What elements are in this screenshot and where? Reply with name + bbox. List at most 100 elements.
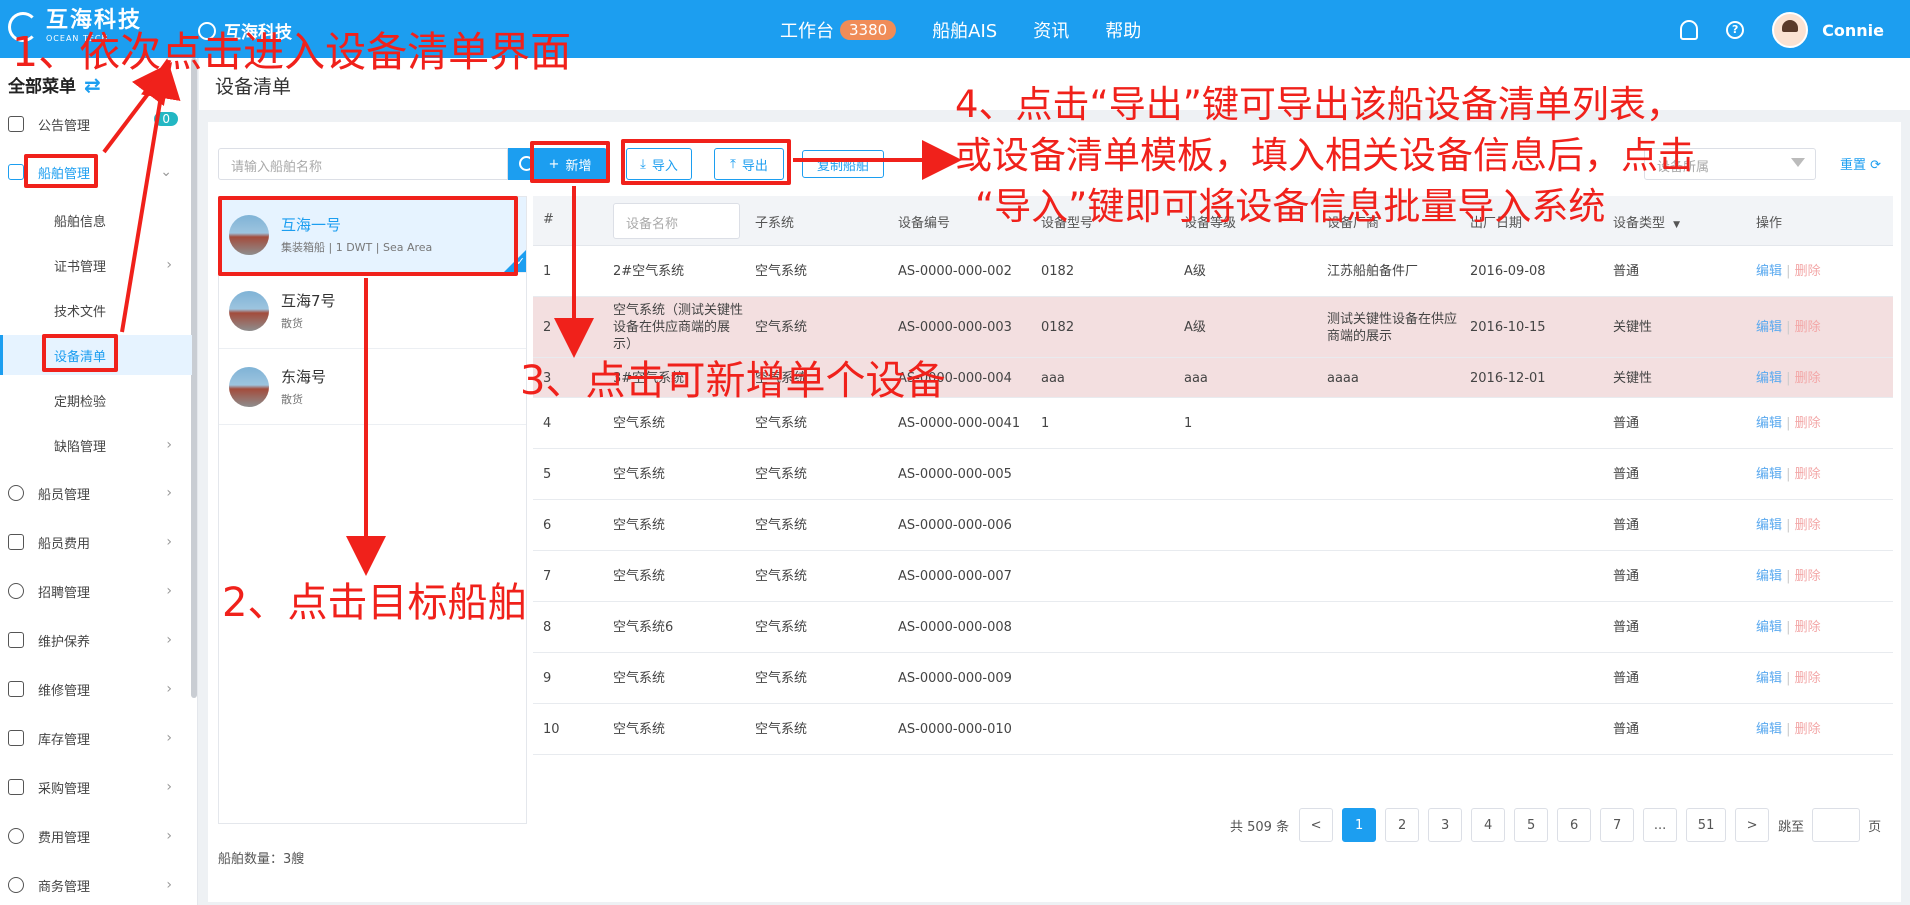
cell-code: AS-0000-000-005 bbox=[898, 467, 1012, 482]
page-ellipsis[interactable]: ... bbox=[1643, 808, 1678, 842]
action-separator: | bbox=[1782, 722, 1795, 737]
avatar[interactable] bbox=[1772, 12, 1809, 48]
row-actions: 编辑 | 删除 bbox=[1756, 370, 1821, 387]
delete-link[interactable]: 删除 bbox=[1795, 467, 1821, 482]
ship-meta: 散货 bbox=[281, 317, 303, 330]
sidebar-item-notice[interactable]: 公告管理 0 bbox=[0, 104, 192, 144]
hammer-icon bbox=[8, 632, 24, 648]
nav-help[interactable]: 帮助 bbox=[1105, 17, 1141, 43]
sidebar-item-business[interactable]: 商务管理 › bbox=[0, 865, 192, 905]
help-icon[interactable]: ? bbox=[1726, 21, 1745, 39]
table-row[interactable]: 6 空气系统 空气系统 AS-0000-000-006 普通 编辑 | 删除 bbox=[533, 500, 1893, 551]
row-actions: 编辑 | 删除 bbox=[1756, 415, 1821, 432]
chevron-right-icon: › bbox=[166, 877, 172, 893]
col-type[interactable]: 设备类型 ▼ bbox=[1613, 212, 1680, 231]
equipment-name-filter[interactable]: 设备名称 bbox=[613, 203, 740, 239]
table-row[interactable]: 5 空气系统 空气系统 AS-0000-000-005 普通 编辑 | 删除 bbox=[533, 449, 1893, 500]
bell-icon[interactable] bbox=[1680, 20, 1699, 40]
nav-workbench-label: 工作台 bbox=[780, 21, 834, 42]
reset-button[interactable]: 重置 ⟳ bbox=[1840, 154, 1881, 173]
cell-maker: aaaa bbox=[1327, 370, 1359, 386]
cell-sub: 空气系统 bbox=[755, 722, 808, 737]
sidebar-item-maintenance[interactable]: 维护保养 › bbox=[0, 620, 192, 660]
sidebar-item-purchase[interactable]: 采购管理 › bbox=[0, 767, 192, 807]
table-row[interactable]: 10 空气系统 空气系统 AS-0000-000-010 普通 编辑 | 删除 bbox=[533, 704, 1893, 755]
ship-card[interactable]: 互海7号 散货 bbox=[219, 273, 526, 349]
edit-link[interactable]: 编辑 bbox=[1756, 722, 1782, 737]
cell-code: AS-0000-000-003 bbox=[898, 320, 1012, 335]
ship-search-input[interactable]: 请输入船舶名称 bbox=[218, 148, 508, 180]
total-count: 共 509 条 bbox=[1230, 819, 1290, 835]
delete-link[interactable]: 删除 bbox=[1795, 416, 1821, 431]
page-button[interactable]: 5 bbox=[1514, 808, 1549, 842]
sidebar-item-crew-costs[interactable]: 船员费用 › bbox=[0, 522, 192, 562]
cell-no: 2 bbox=[543, 320, 552, 335]
edit-link[interactable]: 编辑 bbox=[1756, 671, 1782, 686]
table-row[interactable]: 1 2#空气系统 空气系统 AS-0000-000-002 0182 A级 江苏船舶备件厂 2… bbox=[533, 246, 1893, 297]
cell-name: 空气系统 bbox=[613, 569, 666, 584]
table-row[interactable]: 8 空气系统6 空气系统 AS-0000-000-008 普通 编辑 | 删除 bbox=[533, 602, 1893, 653]
delete-link[interactable]: 删除 bbox=[1795, 320, 1821, 335]
edit-link[interactable]: 编辑 bbox=[1756, 620, 1782, 635]
row-actions: 编辑 | 删除 bbox=[1756, 670, 1821, 687]
highlight-add-button bbox=[530, 141, 610, 183]
delete-link[interactable]: 删除 bbox=[1795, 722, 1821, 737]
nav-ship-ais[interactable]: 船舶AIS bbox=[932, 17, 997, 43]
edit-link[interactable]: 编辑 bbox=[1756, 264, 1782, 279]
delete-link[interactable]: 删除 bbox=[1795, 518, 1821, 533]
next-page-button[interactable]: > bbox=[1735, 808, 1770, 842]
delete-link[interactable]: 删除 bbox=[1795, 569, 1821, 584]
edit-link[interactable]: 编辑 bbox=[1756, 518, 1782, 533]
cell-maker: 测试关键性设备在供应商端的展示 bbox=[1327, 311, 1458, 344]
page-button[interactable]: 7 bbox=[1600, 808, 1635, 842]
edit-link[interactable]: 编辑 bbox=[1756, 569, 1782, 584]
sidebar-item-ship-info[interactable]: 船舶信息 bbox=[0, 200, 192, 240]
delete-link[interactable]: 删除 bbox=[1795, 671, 1821, 686]
cell-type: 普通 bbox=[1613, 569, 1640, 584]
annotation-step1: 1、依次点击进入设备清单界面 bbox=[12, 28, 572, 76]
delete-link[interactable]: 删除 bbox=[1795, 371, 1821, 386]
page-button[interactable]: 3 bbox=[1428, 808, 1463, 842]
edit-link[interactable]: 编辑 bbox=[1756, 416, 1782, 431]
notice-badge: 0 bbox=[154, 112, 178, 126]
sidebar-item-crew[interactable]: 船员管理 › bbox=[0, 473, 192, 513]
table-row[interactable]: 9 空气系统 空气系统 AS-0000-000-009 普通 编辑 | 删除 bbox=[533, 653, 1893, 704]
sidebar-item-label: 船员管理 bbox=[38, 487, 91, 503]
page-button[interactable]: 6 bbox=[1557, 808, 1592, 842]
sidebar-item-recruit[interactable]: 招聘管理 › bbox=[0, 571, 192, 611]
page-button[interactable]: 1 bbox=[1342, 808, 1377, 842]
chevron-right-icon: › bbox=[166, 485, 172, 501]
sidebar-item-tech-files[interactable]: 技术文件 bbox=[0, 290, 192, 330]
cell-sub: 空气系统 bbox=[755, 620, 808, 635]
nav-news[interactable]: 资讯 bbox=[1033, 17, 1069, 43]
table-row[interactable]: 7 空气系统 空气系统 AS-0000-000-007 普通 编辑 | 删除 bbox=[533, 551, 1893, 602]
username[interactable]: Connie bbox=[1822, 21, 1884, 40]
prev-page-button[interactable]: < bbox=[1299, 808, 1334, 842]
edit-link[interactable]: 编辑 bbox=[1756, 371, 1782, 386]
ship-photo bbox=[229, 366, 269, 407]
action-separator: | bbox=[1782, 416, 1795, 431]
edit-link[interactable]: 编辑 bbox=[1756, 467, 1782, 482]
page-button[interactable]: 51 bbox=[1686, 808, 1727, 842]
sidebar-item-expenses[interactable]: 费用管理 › bbox=[0, 816, 192, 856]
sidebar-item-inspection[interactable]: 定期检验 bbox=[0, 380, 192, 420]
delete-link[interactable]: 删除 bbox=[1795, 264, 1821, 279]
cell-no: 6 bbox=[543, 518, 552, 533]
page-button[interactable]: 4 bbox=[1471, 808, 1506, 842]
jump-page-input[interactable] bbox=[1812, 808, 1861, 842]
sidebar-item-repair[interactable]: 维修管理 › bbox=[0, 669, 192, 709]
row-actions: 编辑 | 删除 bbox=[1756, 721, 1821, 738]
nav-workbench[interactable]: 工作台 3380 bbox=[780, 17, 897, 43]
sidebar-item-defects[interactable]: 缺陷管理 › bbox=[0, 425, 192, 465]
sidebar-item-inventory[interactable]: 库存管理 › bbox=[0, 718, 192, 758]
page-button[interactable]: 2 bbox=[1385, 808, 1420, 842]
ship-card[interactable]: 东海号 散货 bbox=[219, 349, 526, 425]
cell-model: 0182 bbox=[1041, 320, 1075, 335]
annotation-step2: 2、点击目标船舶 bbox=[222, 580, 528, 626]
copy-ship-button[interactable]: 复制船舶 bbox=[802, 150, 884, 178]
warehouse-icon bbox=[8, 730, 24, 746]
delete-link[interactable]: 删除 bbox=[1795, 620, 1821, 635]
chevron-right-icon: › bbox=[166, 681, 172, 697]
edit-link[interactable]: 编辑 bbox=[1756, 320, 1782, 335]
sidebar-item-certificates[interactable]: 证书管理 › bbox=[0, 245, 192, 285]
